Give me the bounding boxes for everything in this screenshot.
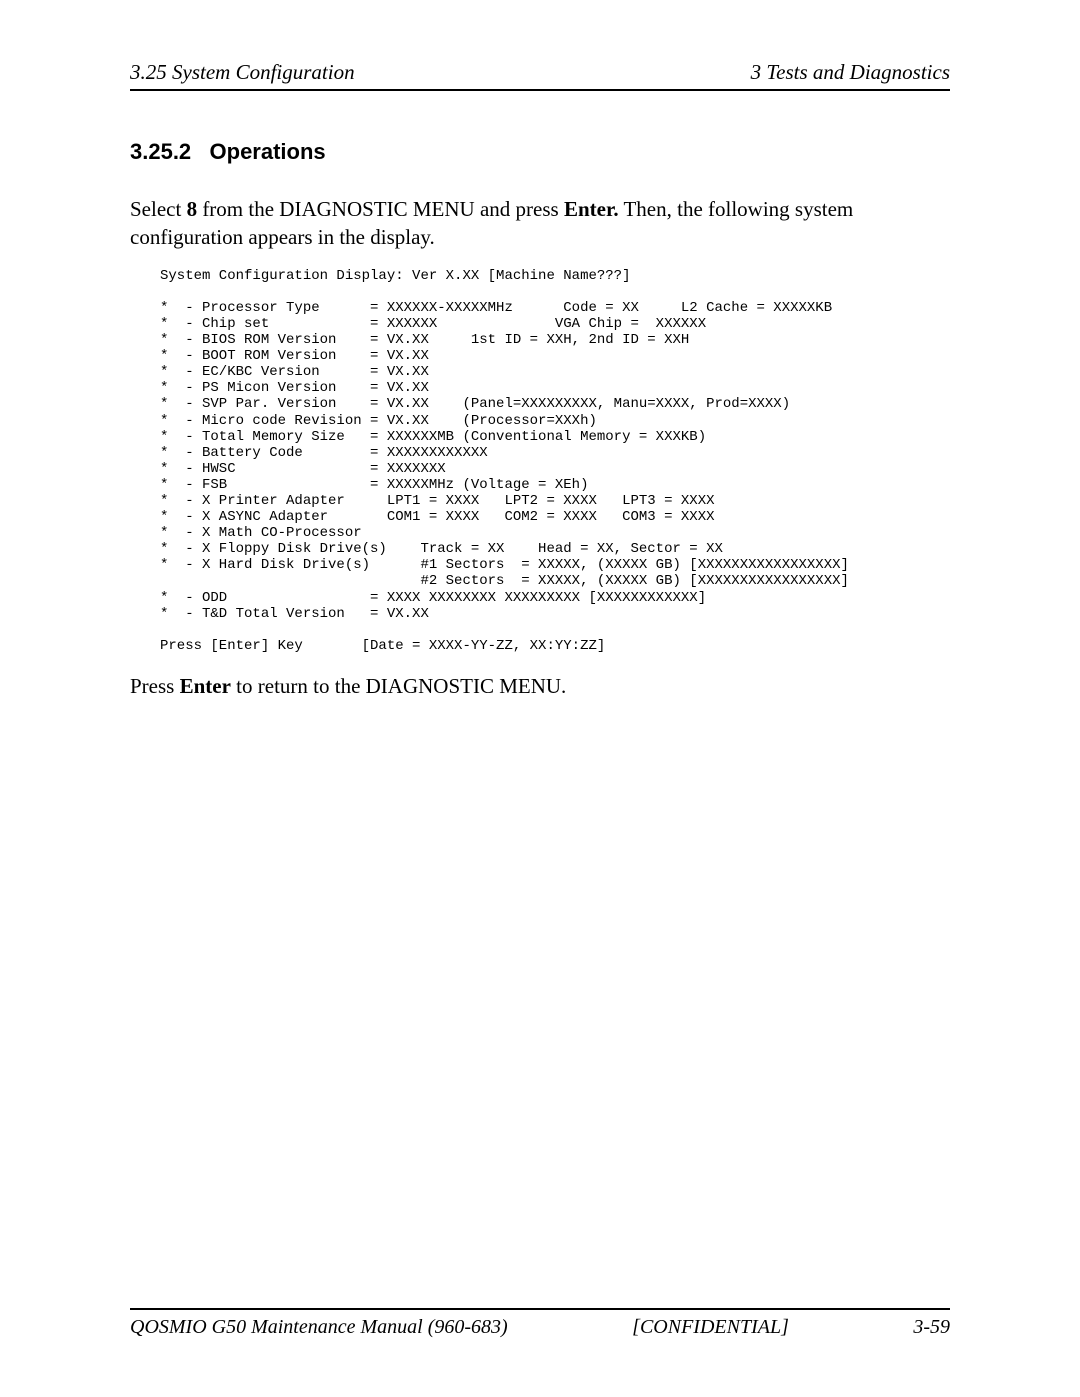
page-footer: QOSMIO G50 Maintenance Manual (960-683) … xyxy=(130,1308,950,1339)
outro-key-enter: Enter xyxy=(180,674,231,698)
intro-pre: Select xyxy=(130,197,187,221)
outro-pre: Press xyxy=(130,674,180,698)
running-header-right: 3 Tests and Diagnostics xyxy=(751,60,950,85)
intro-paragraph: Select 8 from the DIAGNOSTIC MENU and pr… xyxy=(130,195,950,252)
section-number: 3.25.2 xyxy=(130,139,191,164)
footer-right: 3-59 xyxy=(913,1316,950,1339)
intro-mid1: from the DIAGNOSTIC MENU and press xyxy=(197,197,564,221)
running-header: 3.25 System Configuration 3 Tests and Di… xyxy=(130,60,950,91)
outro-post: to return to the DIAGNOSTIC MENU. xyxy=(231,674,566,698)
page: 3.25 System Configuration 3 Tests and Di… xyxy=(0,0,1080,1397)
system-configuration-display: System Configuration Display: Ver X.XX [… xyxy=(160,268,950,654)
intro-key-8: 8 xyxy=(187,197,198,221)
footer-left: QOSMIO G50 Maintenance Manual (960-683) xyxy=(130,1316,508,1339)
section-title: Operations xyxy=(210,139,326,164)
running-header-left: 3.25 System Configuration xyxy=(130,60,355,85)
section-heading: 3.25.2 Operations xyxy=(130,139,950,165)
intro-key-enter: Enter. xyxy=(564,197,619,221)
footer-center: [CONFIDENTIAL] xyxy=(632,1316,789,1339)
outro-paragraph: Press Enter to return to the DIAGNOSTIC … xyxy=(130,672,950,700)
